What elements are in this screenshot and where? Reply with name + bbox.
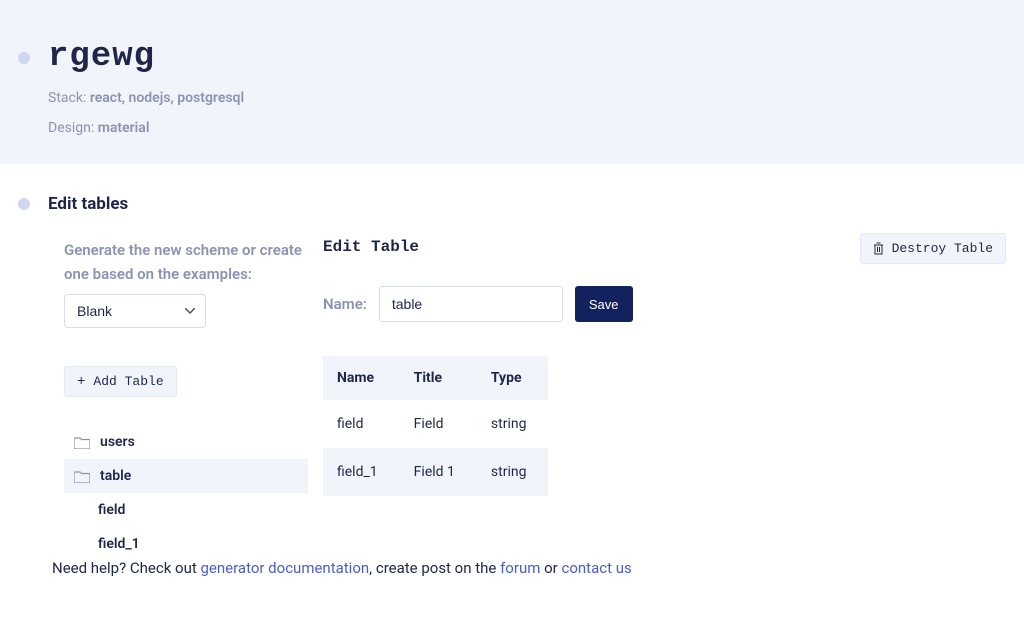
doc-link[interactable]: generator documentation [201,559,370,577]
section-title: Edit tables [48,194,1006,214]
tree-item-users[interactable]: users [64,425,308,459]
col-name: Name [323,356,400,400]
help-or: or [540,559,561,577]
left-column: Generate the new scheme or create one ba… [64,238,308,561]
right-column: Edit Table Destroy Table Name: Save [323,238,1006,561]
scheme-select[interactable]: Blank [64,294,206,328]
help-prefix: Need help? Check out [52,559,201,577]
tree-sub-item-label: field_1 [98,536,140,552]
cell-title: Field [400,400,477,448]
forum-link[interactable]: forum [500,559,540,577]
folder-icon [74,436,90,449]
stack-value: react, nodejs, postgresql [90,90,244,106]
cell-name: field [323,400,400,448]
add-table-button[interactable]: + Add Table [64,366,177,397]
stack-line: Stack: react, nodejs, postgresql [48,90,244,106]
tree-item-label: table [100,468,131,484]
tree-item-table[interactable]: table [64,459,308,493]
folder-icon [74,470,90,483]
table-row[interactable]: field Field string [323,400,548,448]
generate-text: Generate the new scheme or create one ba… [64,238,308,286]
tree-sub-item-field[interactable]: field [64,493,308,527]
design-label: Design: [48,120,94,136]
bullet-icon [18,52,30,64]
col-type: Type [477,356,549,400]
cell-type: string [477,400,549,448]
save-button[interactable]: Save [575,286,633,322]
name-input[interactable] [379,286,563,322]
cell-title: Field 1 [400,448,477,496]
table-tree: users table field field_1 [64,425,308,561]
destroy-label: Destroy Table [892,241,993,256]
tree-sub-item-field-1[interactable]: field_1 [64,527,308,561]
design-line: Design: material [48,120,244,136]
help-middle: , create post on the [369,559,500,577]
tree-sub-item-label: field [98,502,125,518]
help-line: Need help? Check out generator documenta… [52,559,632,577]
tree-item-label: users [100,434,135,450]
design-value: material [98,120,150,136]
plus-icon: + [77,375,85,389]
cell-type: string [477,448,549,496]
add-table-label: Add Table [93,374,163,389]
fields-table: Name Title Type field Field string [323,356,548,496]
trash-icon [873,242,884,255]
name-label: Name: [323,295,367,313]
header-section: rgewg Stack: react, nodejs, postgresql D… [0,0,1024,164]
page-title: rgewg [48,38,244,76]
destroy-table-button[interactable]: Destroy Table [860,233,1006,264]
table-header-row: Name Title Type [323,356,548,400]
col-title: Title [400,356,477,400]
table-row[interactable]: field_1 Field 1 string [323,448,548,496]
cell-name: field_1 [323,448,400,496]
bullet-icon [18,198,30,210]
body-section: Edit tables Generate the new scheme or c… [0,164,1024,561]
stack-label: Stack: [48,90,86,106]
contact-link[interactable]: contact us [561,559,631,577]
